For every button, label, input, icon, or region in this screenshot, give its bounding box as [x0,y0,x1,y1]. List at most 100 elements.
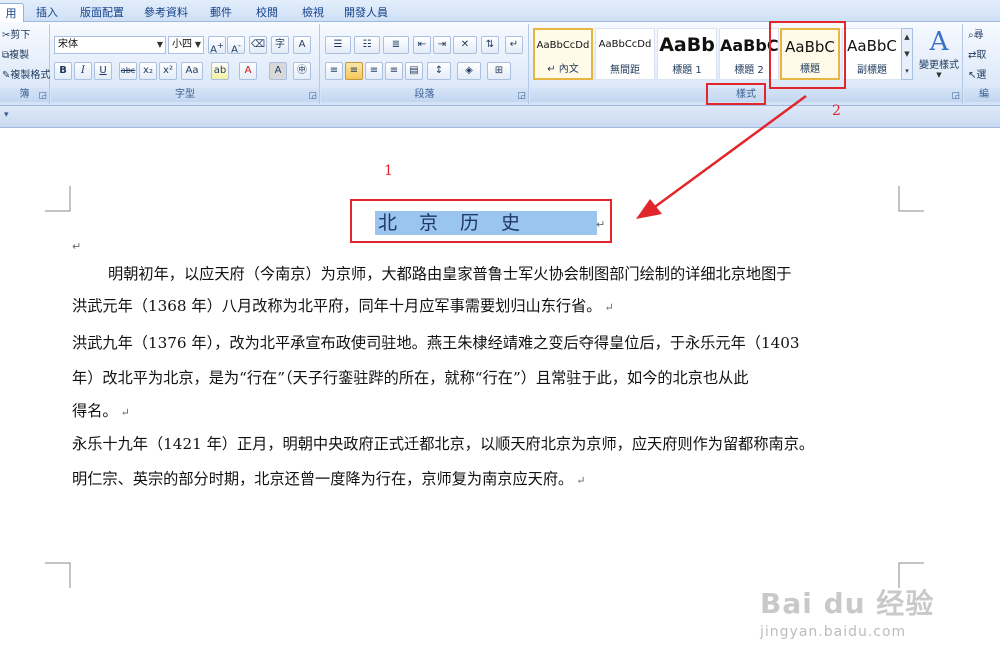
align-center-icon[interactable]: ≡ [345,62,363,80]
annotation-box-title [350,199,612,243]
body-line[interactable]: 年）改北平为北京，是为“行在”（天子行銮驻跸的所在，就称“行在”）且常驻于此，如… [72,368,749,388]
chinese-layout-icon[interactable]: ✕ [453,36,477,54]
font-launcher-icon[interactable]: ◲ [308,91,317,101]
underline-button[interactable]: U [94,62,112,80]
borders-icon[interactable]: ⊞ [487,62,511,80]
body-line-text: 得名。 [72,402,118,420]
cut-label: 剪下 [10,30,31,41]
increase-indent-icon[interactable]: ⇥ [433,36,451,54]
font-color-icon[interactable]: A [239,62,257,80]
style-subtitle[interactable]: AaBbC 副標題 [842,28,902,80]
body-line[interactable]: 洪武九年（1376 年），改为北平承宣布政使司驻地。燕王朱棣经靖难之变后夺得皇位… [72,333,800,353]
style-name: ↵ 內文 [547,64,579,75]
italic-button[interactable]: I [74,62,92,80]
more-icon[interactable]: ▾ [902,63,912,80]
font-family-value: 宋体 [58,39,78,50]
clipboard-launcher-icon[interactable]: ◲ [38,91,47,101]
highlight-icon[interactable]: ab [211,62,229,80]
font-size-select[interactable]: 小四 ▼ [168,36,204,54]
styles-gallery-scroll[interactable]: ▲ ▼ ▾ [901,28,913,80]
style-normal[interactable]: AaBbCcDd ↵ 內文 [533,28,593,80]
decrease-indent-icon[interactable]: ⇤ [413,36,431,54]
clear-format-icon[interactable]: ⌫ [249,36,267,54]
change-case-button[interactable]: Aa [181,62,203,80]
distributed-icon[interactable]: ▤ [405,62,423,80]
select-label: 選 [976,70,987,81]
change-styles-label: 變更樣式 [919,60,959,71]
tab-mailings[interactable]: 郵件 [204,3,238,22]
strikethrough-button[interactable]: abc [119,62,137,80]
numbering-icon[interactable]: ☷ [354,36,380,54]
format-painter-label: 複製格式 [10,70,51,81]
line-spacing-icon[interactable]: ↕ [427,62,451,80]
replace-label: 取 [976,50,987,61]
char-shading-icon[interactable]: A [269,62,287,80]
editing-group: ⌕尋 ⇄取 ↖選 編 [964,24,1000,104]
style-name: 標題 1 [672,65,702,76]
tab-insert[interactable]: 插入 [30,3,64,22]
align-right-icon[interactable]: ≡ [365,62,383,80]
enclose-char-icon[interactable]: ㊥ [293,62,311,80]
change-styles-button[interactable]: A 變更樣式 ▼ [916,28,962,84]
annotation-number-1: 1 [384,163,393,179]
tab-developer[interactable]: 開發人員 [340,3,392,22]
margin-corner-bottom-left [45,562,71,588]
chevron-down-icon: ▼ [194,40,201,49]
chevron-up-icon[interactable]: ▲ [902,29,912,46]
margin-corner-top-right [898,186,924,212]
editing-group-label: 編 [964,88,1000,102]
annotation-number-2: 2 [832,103,841,119]
margin-corner-top-left [45,186,71,212]
show-marks-icon[interactable]: ↵ [505,36,523,54]
sort-icon[interactable]: ⇅ [481,36,499,54]
annotation-box-title-style [769,21,846,89]
justify-icon[interactable]: ≡ [385,62,403,80]
quick-access-arrow-icon[interactable]: ▾ [4,110,9,120]
tab-view[interactable]: 檢視 [296,3,330,22]
grow-font-button[interactable]: A+ [208,36,226,55]
body-line[interactable]: 明朝初年，以应天府（今南京）为京师，大都路由皇家普鲁士军火协会制图部门绘制的详细… [108,264,791,284]
body-line[interactable]: 得名。 ↵ [72,401,130,423]
copy-button[interactable]: ⧉複製 [2,47,29,65]
font-size-value: 小四 [172,39,192,50]
ribbon: ✂剪下 ⧉複製 ✎複製格式 簿 ◲ 宋体 ▼ 小四 ▼ A+ A- ⌫ 字 A … [0,22,1000,106]
bullets-icon[interactable]: ☰ [325,36,351,54]
bold-button[interactable]: B [54,62,72,80]
tab-home[interactable]: 用 [0,3,24,22]
font-family-select[interactable]: 宋体 ▼ [54,36,166,54]
chevron-down-icon: ▼ [936,71,942,79]
shrink-font-button[interactable]: A- [227,36,245,55]
watermark-url: jingyan.baidu.com [760,624,907,640]
phonetic-guide-icon[interactable]: 字 [271,36,289,54]
watermark-logo-text: Bai du 经验 [760,587,935,620]
style-heading-1[interactable]: AaBb 標題 1 [657,28,717,80]
char-border-icon[interactable]: A [293,36,311,54]
paragraph-launcher-icon[interactable]: ◲ [517,91,526,101]
align-left-icon[interactable]: ≡ [325,62,343,80]
body-line-text: 洪武元年（1368 年）八月改称为北平府，同年十月应军事需要划归山东行省。 [72,297,602,315]
clipboard-group: ✂剪下 ⧉複製 ✎複製格式 簿 ◲ [0,24,50,104]
tab-references[interactable]: 參考資料 [140,3,192,22]
style-no-spacing[interactable]: AaBbCcDd 無間距 [595,28,655,80]
cut-button[interactable]: ✂剪下 [2,27,30,45]
tab-review[interactable]: 校閱 [250,3,284,22]
paragraph-mark-icon: ↵ [604,301,614,314]
body-line[interactable]: 洪武元年（1368 年）八月改称为北平府，同年十月应军事需要划归山东行省。 ↵ [72,296,614,318]
paragraph-group-label: 段落 [321,88,528,102]
body-line[interactable]: 永乐十九年（1421 年）正月，明朝中央政府正式迁都北京，以顺天府北京为京师，应… [72,434,814,454]
body-line[interactable]: 明仁宗、英宗的部分时期，北京还曾一度降为行在，京师复为南京应天府。 ↵ [72,469,585,491]
subscript-button[interactable]: x₂ [139,62,157,80]
format-painter-button[interactable]: ✎複製格式 [2,67,50,85]
find-button[interactable]: ⌕尋 [968,27,984,45]
superscript-button[interactable]: x² [159,62,177,80]
ribbon-tab-bar: 用 插入 版面配置 參考資料 郵件 校閱 檢視 開發人員 [0,0,1000,22]
tab-page-layout[interactable]: 版面配置 [76,3,128,22]
shading-icon[interactable]: ◈ [457,62,481,80]
multilevel-list-icon[interactable]: ≣ [383,36,409,54]
find-label: 尋 [973,30,984,41]
replace-button[interactable]: ⇄取 [968,47,986,65]
select-button[interactable]: ↖選 [968,67,986,85]
chevron-down-icon[interactable]: ▼ [902,46,912,63]
style-sample: AaBbC [847,37,897,55]
styles-launcher-icon[interactable]: ◲ [951,91,960,101]
